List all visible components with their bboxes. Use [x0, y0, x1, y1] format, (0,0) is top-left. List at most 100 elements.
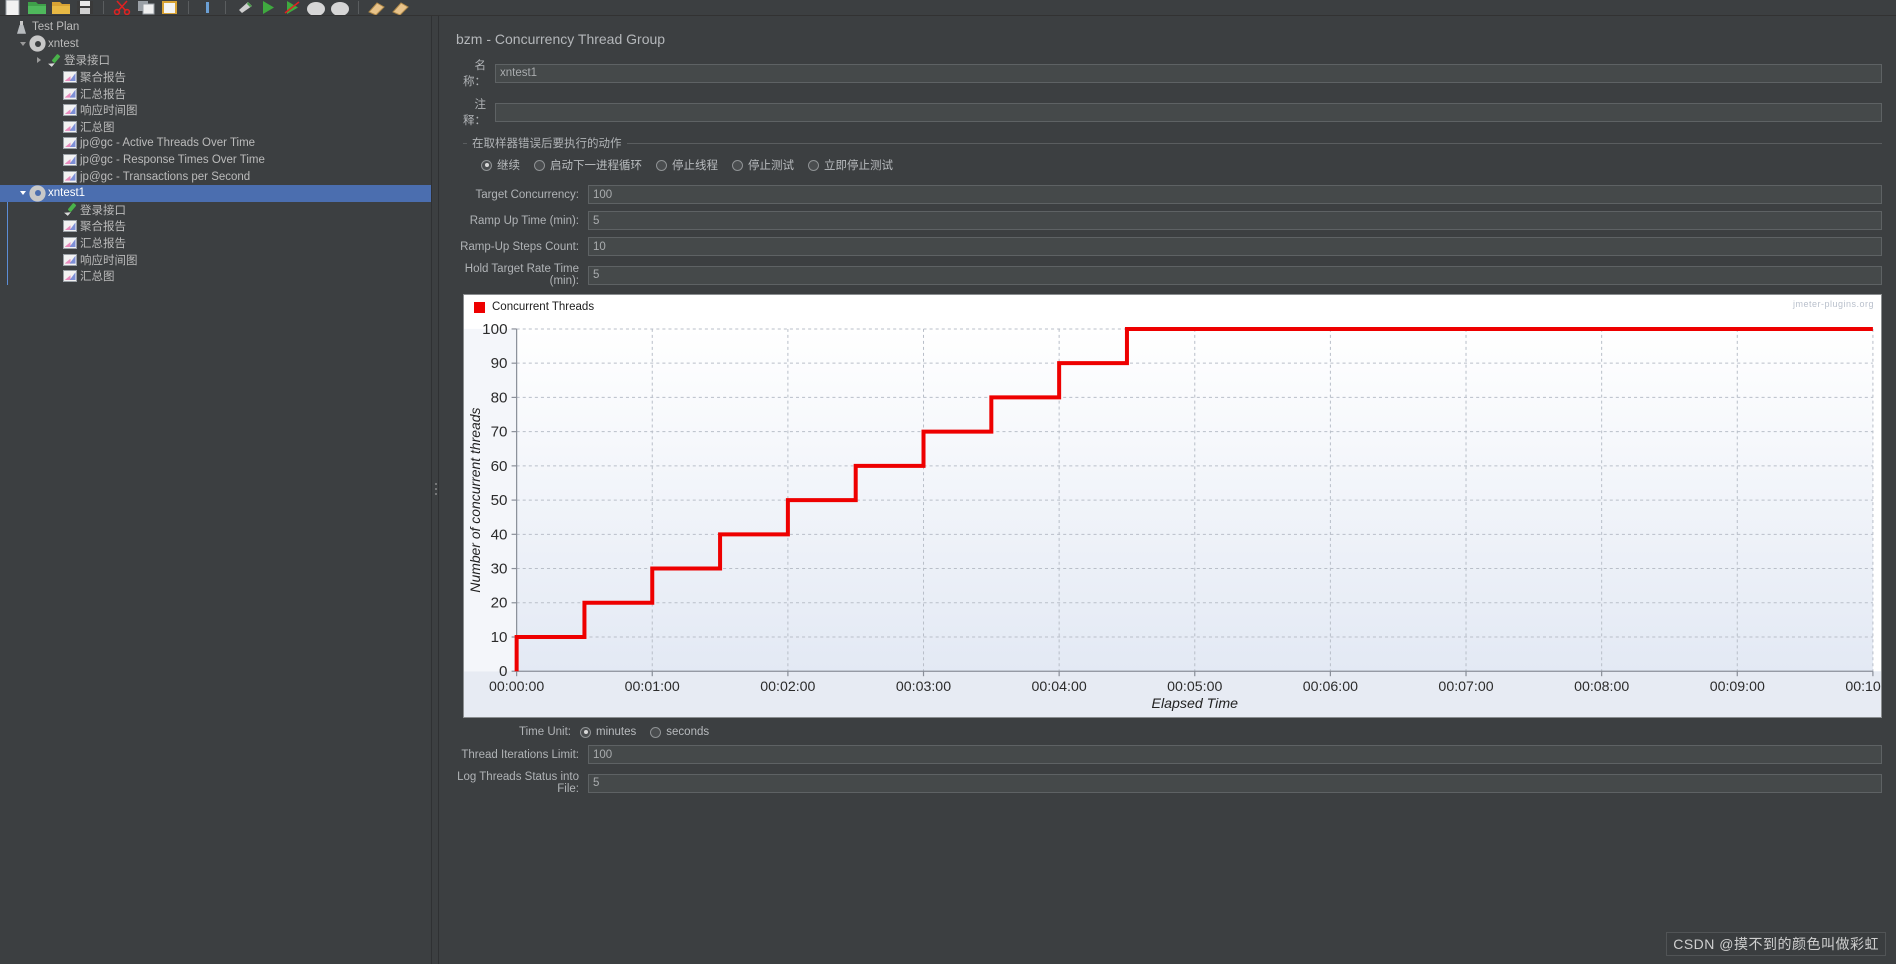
time-unit-radio-seconds[interactable]: seconds	[650, 726, 709, 738]
tree-item-2[interactable]: 登录接口	[0, 52, 431, 69]
error-action-title-row: 在取样器错误后要执行的动作	[463, 135, 1882, 151]
name-input[interactable]	[495, 63, 1882, 83]
error-action-radio-0[interactable]: 继续	[481, 157, 520, 173]
chevron-right-icon[interactable]	[32, 57, 45, 64]
tree-item-6[interactable]: 汇总图	[0, 119, 431, 136]
tree-item-label: 聚合报告	[80, 221, 126, 234]
ramp-up-time-label: Ramp Up Time (min):	[469, 214, 579, 227]
target-concurrency-input[interactable]	[588, 185, 1882, 204]
toolbar-separator	[103, 1, 104, 14]
tree-item-15[interactable]: 汇总图	[0, 268, 431, 285]
pen-icon	[47, 54, 61, 67]
splitter-grip-icon	[435, 483, 437, 497]
copy-icon[interactable]	[135, 0, 157, 15]
start-no-pauses-icon[interactable]	[281, 0, 303, 15]
stop-icon[interactable]	[305, 0, 327, 15]
templates-icon[interactable]	[50, 0, 72, 15]
gear-icon	[29, 186, 46, 200]
tree-item-5[interactable]: 响应时间图	[0, 102, 431, 119]
clear-icon[interactable]	[366, 0, 388, 15]
gear-icon	[31, 186, 44, 200]
tree-item-label: jp@gc - Active Threads Over Time	[80, 137, 256, 150]
graph-icon	[61, 71, 78, 84]
tree-item-1[interactable]: xntest	[0, 36, 431, 53]
radio-dot-icon	[732, 159, 743, 171]
clear-all-icon[interactable]	[390, 0, 412, 15]
radio-dot-icon	[481, 159, 492, 171]
graph-icon	[62, 220, 77, 233]
tree-item-12[interactable]: 聚合报告	[0, 218, 431, 235]
tree-item-0[interactable]: Test Plan	[0, 19, 431, 36]
graph-icon	[61, 104, 78, 117]
target-concurrency-row: Target Concurrency:	[453, 185, 1882, 204]
tree-item-label: 汇总报告	[80, 88, 126, 101]
x-tick-label: 00:07:00	[1438, 678, 1493, 694]
chevron-down-icon[interactable]	[16, 191, 29, 196]
log-threads-status-into-file-label: Log Threads Status into File:	[457, 771, 579, 795]
tree-item-13[interactable]: 汇总报告	[0, 235, 431, 252]
thread-iterations-limit-input[interactable]	[588, 745, 1882, 764]
open-icon[interactable]	[26, 0, 48, 15]
ramp-up-steps-count-row: Ramp-Up Steps Count:	[453, 237, 1882, 256]
tree-item-7[interactable]: jp@gc - Active Threads Over Time	[0, 135, 431, 152]
radio-dot-icon	[580, 726, 591, 738]
error-action-radio-3[interactable]: 停止测试	[732, 157, 794, 173]
comment-input[interactable]	[495, 102, 1882, 122]
y-tick-label: 80	[491, 389, 508, 406]
pen-icon	[61, 203, 78, 216]
save-icon[interactable]	[74, 0, 96, 15]
hold-target-rate-time-row: Hold Target Rate Time (min):	[453, 263, 1882, 287]
error-action-groupbox: 在取样器错误后要执行的动作 继续 启动下一进程循环 停止线程 停止测试 立即停止测试	[463, 135, 1882, 177]
graph-icon	[62, 120, 77, 133]
error-action-radio-1[interactable]: 启动下一进程循环	[534, 157, 642, 173]
start-icon[interactable]	[257, 0, 279, 15]
y-tick-label: 40	[491, 526, 508, 543]
test-plan-tree[interactable]: Test Plan xntest 登录接口 聚合报告 汇总报告 响应时间图 汇总图 jp@gc…	[0, 16, 431, 964]
ramp-up-time-input[interactable]	[588, 211, 1882, 230]
y-tick-label: 60	[491, 458, 508, 475]
shutdown-icon[interactable]	[233, 0, 255, 15]
new-icon[interactable]	[2, 0, 24, 15]
tree-item-11[interactable]: 登录接口	[0, 202, 431, 219]
graph-icon	[61, 87, 78, 100]
tree-item-label: 汇总图	[80, 121, 115, 134]
expand-icon[interactable]	[196, 0, 218, 15]
tree-item-label: jp@gc - Response Times Over Time	[80, 154, 265, 167]
name-row: 名称：	[453, 57, 1882, 89]
main-toolbar	[0, 0, 1896, 16]
footer-input-rows: Thread Iterations Limit: Log Threads Stat…	[453, 745, 1882, 795]
radio-dot-icon	[534, 159, 545, 171]
error-action-radio-2[interactable]: 停止线程	[656, 157, 718, 173]
shutdown-all-icon[interactable]	[329, 0, 351, 15]
paste-icon[interactable]	[159, 0, 181, 15]
tree-item-8[interactable]: jp@gc - Response Times Over Time	[0, 152, 431, 169]
tree-item-4[interactable]: 汇总报告	[0, 85, 431, 102]
time-unit-label: Time Unit:	[519, 726, 571, 738]
log-threads-status-into-file-input[interactable]	[588, 773, 1882, 793]
chevron-down-icon[interactable]	[16, 41, 29, 46]
ramp-up-time-row: Ramp Up Time (min):	[453, 211, 1882, 230]
tree-item-9[interactable]: jp@gc - Transactions per Second	[0, 168, 431, 185]
log-threads-status-into-file-row: Log Threads Status into File:	[453, 771, 1882, 795]
hold-target-rate-time-input[interactable]	[588, 265, 1882, 285]
radio-label: seconds	[666, 726, 710, 738]
radio-dot-icon	[656, 159, 667, 171]
radio-label: 停止线程	[672, 160, 718, 172]
time-unit-radio-minutes[interactable]: minutes	[580, 726, 636, 738]
legend-color-swatch	[474, 301, 485, 313]
concurrency-preview-chart: Concurrent Threads jmeter-plugins.org 01…	[463, 294, 1896, 718]
target-concurrency-label: Target Concurrency:	[475, 188, 579, 201]
error-action-radio-4[interactable]: 立即停止测试	[808, 157, 893, 173]
cut-icon[interactable]	[111, 0, 133, 15]
tree-item-3[interactable]: 聚合报告	[0, 69, 431, 86]
radio-label: 启动下一进程循环	[550, 160, 642, 172]
tree-item-10[interactable]: xntest1	[0, 184, 431, 202]
thread-iterations-limit-label: Thread Iterations Limit:	[461, 748, 579, 761]
ramp-up-steps-count-input[interactable]	[588, 237, 1882, 256]
x-tick-label: 00:06:00	[1303, 678, 1358, 694]
hold-target-rate-time-label: Hold Target Rate Time (min):	[464, 263, 579, 287]
pane-splitter[interactable]	[431, 16, 439, 964]
error-action-options: 继续 启动下一进程循环 停止线程 停止测试 立即停止测试	[463, 151, 1882, 177]
graph-icon	[62, 87, 77, 100]
tree-item-14[interactable]: 响应时间图	[0, 251, 431, 268]
